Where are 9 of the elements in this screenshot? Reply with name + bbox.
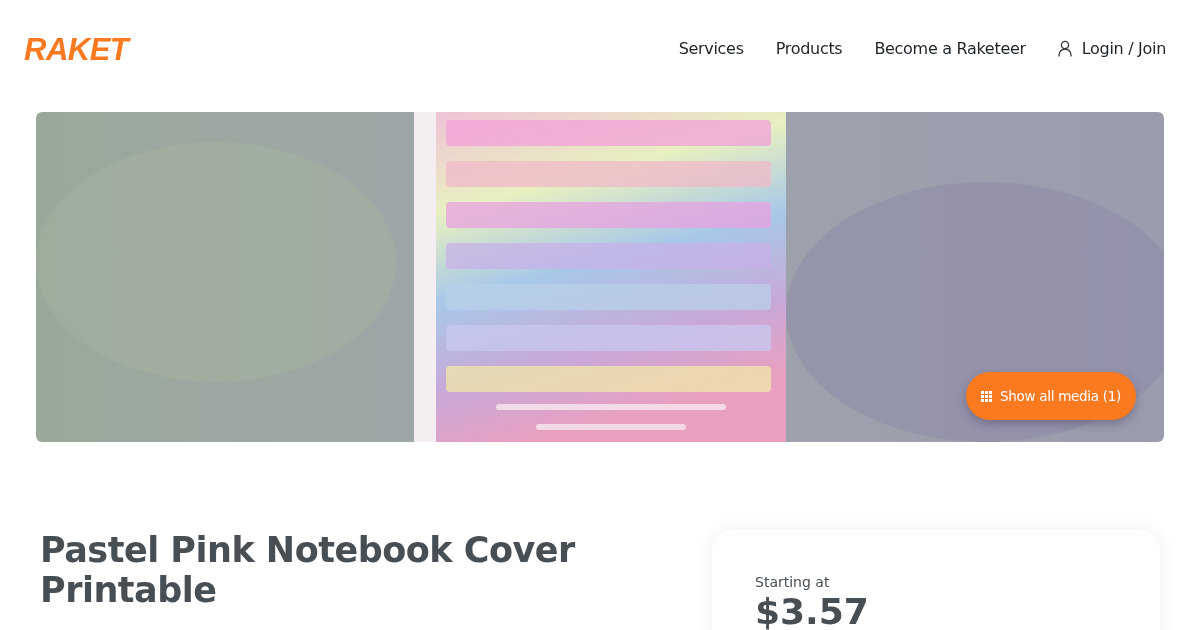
- product-title: Pastel Pink Notebook Cover Printable: [40, 530, 576, 612]
- nav-link[interactable]: Services: [678, 39, 744, 58]
- price: $3.57: [755, 590, 870, 630]
- nav-link[interactable]: Become a Raketeer: [874, 39, 1026, 58]
- user-icon: [1057, 40, 1072, 57]
- price-label: Starting at: [755, 574, 831, 590]
- grid-icon: [981, 390, 993, 402]
- nav-link[interactable]: Products: [775, 39, 843, 58]
- login-link[interactable]: Login / Join: [1057, 39, 1166, 58]
